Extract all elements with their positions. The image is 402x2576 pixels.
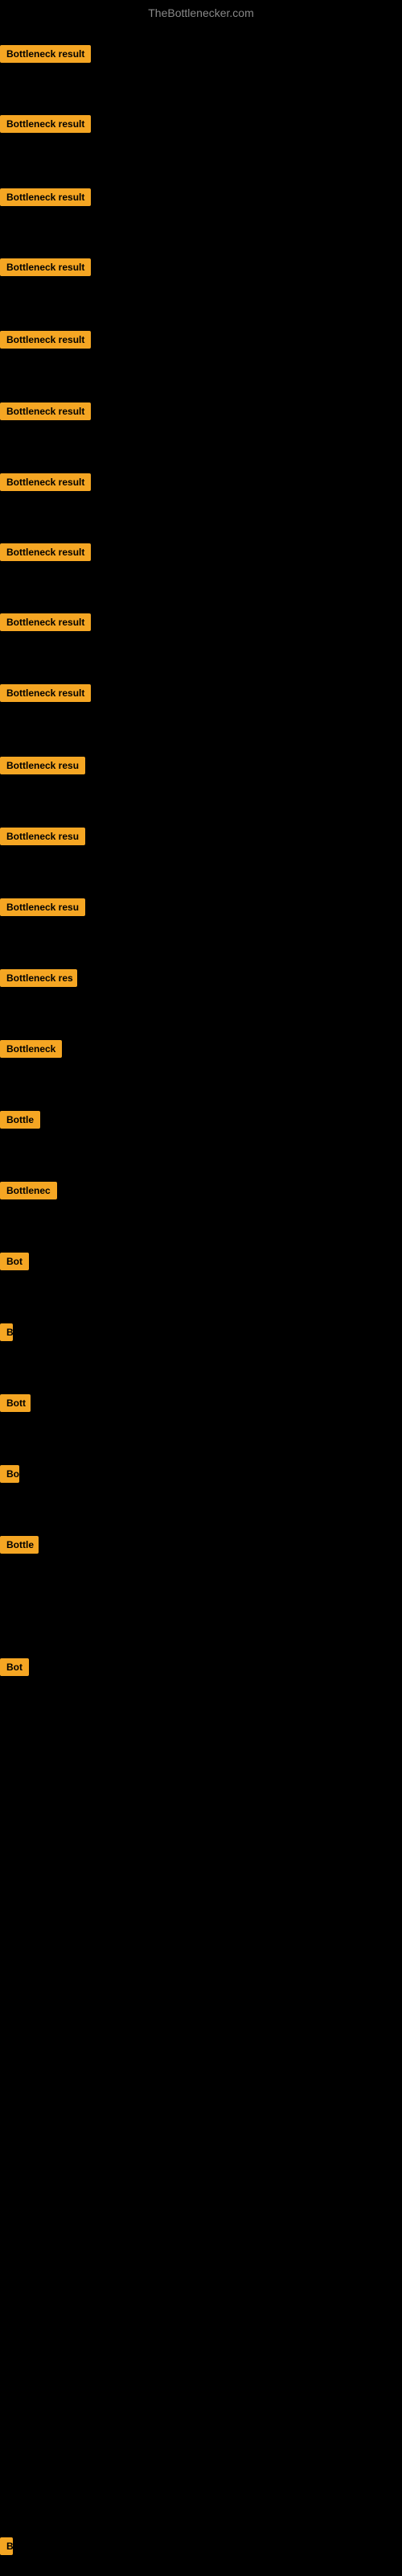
bottleneck-badge: B: [0, 1323, 13, 1341]
bottleneck-result-item: Bottleneck result: [0, 543, 91, 565]
bottleneck-badge: Bottleneck result: [0, 684, 91, 702]
bottleneck-badge: Bo: [0, 1465, 19, 1483]
bottleneck-badge: Bottleneck result: [0, 45, 91, 63]
bottleneck-result-item: B: [0, 2537, 13, 2559]
bottleneck-badge: Bottleneck result: [0, 188, 91, 206]
bottleneck-result-item: Bottleneck resu: [0, 898, 85, 920]
bottleneck-badge: Bottleneck result: [0, 115, 91, 133]
bottleneck-badge: Bot: [0, 1253, 29, 1270]
bottleneck-result-item: Bottleneck: [0, 1040, 62, 1062]
bottleneck-result-item: Bottleneck result: [0, 258, 91, 280]
site-title: TheBottlenecker.com: [0, 0, 402, 26]
bottleneck-result-item: Bo: [0, 1465, 19, 1487]
bottleneck-badge: Bottlenec: [0, 1182, 57, 1199]
bottleneck-result-item: Bottle: [0, 1111, 40, 1133]
bottleneck-result-item: Bottlenec: [0, 1182, 57, 1203]
bottleneck-result-item: Bottleneck result: [0, 402, 91, 424]
bottleneck-result-item: Bottleneck resu: [0, 757, 85, 778]
bottleneck-result-item: Bot: [0, 1658, 29, 1680]
bottleneck-result-item: Bottleneck result: [0, 115, 91, 137]
bottleneck-result-item: Bottleneck result: [0, 613, 91, 635]
bottleneck-badge: Bottleneck res: [0, 969, 77, 987]
bottleneck-result-item: Bottleneck resu: [0, 828, 85, 849]
bottleneck-result-item: Bottleneck result: [0, 331, 91, 353]
bottleneck-badge: Bottle: [0, 1111, 40, 1129]
bottleneck-badge: Bott: [0, 1394, 31, 1412]
bottleneck-result-item: Bottleneck result: [0, 188, 91, 210]
bottleneck-result-item: Bott: [0, 1394, 31, 1416]
bottleneck-badge: Bottleneck result: [0, 258, 91, 276]
bottleneck-result-item: B: [0, 1323, 13, 1345]
bottleneck-badge: Bottleneck result: [0, 402, 91, 420]
bottleneck-badge: Bottleneck result: [0, 473, 91, 491]
bottleneck-badge: Bottleneck result: [0, 543, 91, 561]
bottleneck-result-item: Bottleneck result: [0, 684, 91, 706]
site-title-text: TheBottlenecker.com: [148, 6, 254, 19]
bottleneck-result-item: Bottle: [0, 1536, 39, 1558]
bottleneck-badge: B: [0, 2537, 13, 2555]
bottleneck-badge: Bottleneck resu: [0, 757, 85, 774]
bottleneck-badge: Bottleneck result: [0, 331, 91, 349]
bottleneck-badge: Bot: [0, 1658, 29, 1676]
bottleneck-badge: Bottleneck: [0, 1040, 62, 1058]
bottleneck-badge: Bottleneck result: [0, 613, 91, 631]
bottleneck-badge: Bottle: [0, 1536, 39, 1554]
bottleneck-badge: Bottleneck resu: [0, 898, 85, 916]
bottleneck-result-item: Bot: [0, 1253, 29, 1274]
bottleneck-result-item: Bottleneck result: [0, 473, 91, 495]
bottleneck-result-item: Bottleneck res: [0, 969, 77, 991]
bottleneck-result-item: Bottleneck result: [0, 45, 91, 67]
bottleneck-badge: Bottleneck resu: [0, 828, 85, 845]
